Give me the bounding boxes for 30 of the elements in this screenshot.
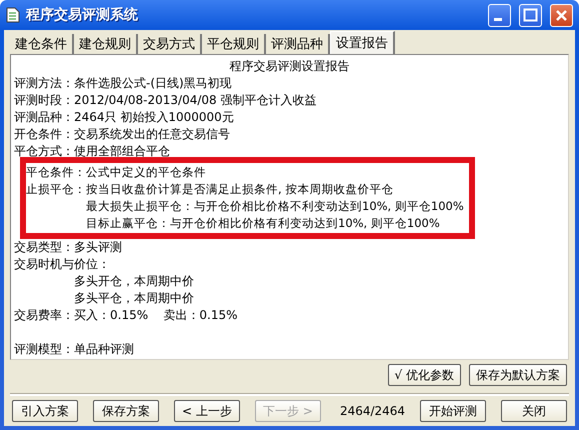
option-button[interactable]: √ 优化参数	[388, 364, 461, 386]
report-line: 开仓条件：交易系统发出的任意交易信号	[14, 126, 231, 143]
report-line: 交易时机与价位：	[14, 256, 111, 273]
footer-button[interactable]: 引入方案	[12, 400, 78, 422]
option-button[interactable]: 保存为默认方案	[469, 364, 567, 386]
tab[interactable]: 设置报告	[330, 31, 395, 54]
report-line: 评测品种：2464只 初始投入1000000元	[14, 109, 235, 126]
report-line: 评测方法：条件选股公式-(日线)黑马初现	[14, 75, 233, 92]
footer-button[interactable]: 保存方案	[92, 400, 159, 422]
report-line: 交易类型：多头评测	[14, 239, 123, 256]
report-line: 交易费率：买入：0.15% 卖出：0.15%	[14, 307, 238, 324]
report-line: 目标止赢平仓：与开仓价相比价格有利变动达到10%, 则平仓100%	[85, 215, 441, 232]
footer-button[interactable]: < 上一步	[174, 400, 240, 422]
report-line: 评测时段：2012/04/08-2013/04/08 强制平仓计入收益	[14, 92, 318, 109]
window-title: 程序交易评测系统	[26, 6, 139, 24]
progress-counter: 2464/2464	[340, 404, 406, 418]
report-line: 止损平仓：按当日收盘价计算是否满足止损条件, 按本周期收盘价平仓	[26, 181, 394, 198]
footer-button[interactable]: 关闭	[501, 400, 568, 422]
report-line: 最大损失止损平仓：与开仓价相比价格不利变动达到10%, 则平仓100%	[85, 198, 465, 215]
report-title: 程序交易评测设置报告	[228, 58, 350, 75]
close-icon[interactable]	[550, 4, 573, 26]
maximize-icon[interactable]	[519, 4, 542, 26]
minimize-icon[interactable]	[488, 4, 511, 26]
report-line: 评测模型：单品种评测	[14, 341, 135, 358]
report-line: 多头平仓，本周期中价	[73, 290, 195, 307]
report-line: 平仓方式：使用全部组合平仓	[14, 143, 171, 160]
report-line: 平仓条件：公式中定义的平仓条件	[26, 164, 207, 181]
footer-button[interactable]: 开始评测	[420, 400, 486, 422]
document-icon	[6, 7, 20, 23]
report-line: 多头开仓，本周期中价	[73, 273, 195, 290]
